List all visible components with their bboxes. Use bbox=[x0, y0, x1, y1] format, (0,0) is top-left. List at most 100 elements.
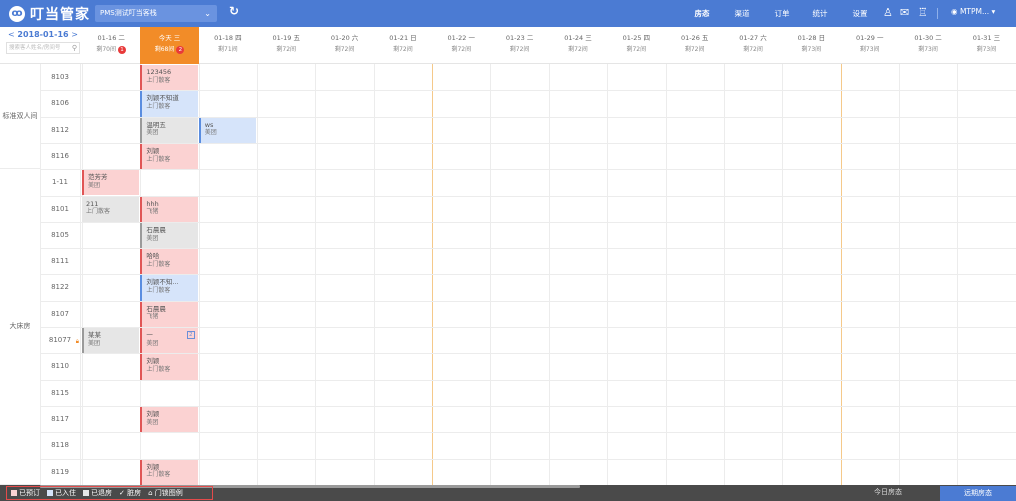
remaining-rooms: 剩73间 bbox=[976, 46, 997, 53]
legend-lock: ⌂ 门锁图例 bbox=[148, 489, 183, 497]
room-number[interactable]: 8101 bbox=[40, 196, 80, 222]
booking-block[interactable]: 刘颖不知... 上门散客 bbox=[140, 275, 198, 301]
booking-block[interactable]: 石晨晨 飞猪 bbox=[140, 301, 198, 327]
room-number-text: 8122 bbox=[51, 283, 69, 292]
nav-stats[interactable]: 统计 bbox=[808, 7, 832, 21]
booking-source: 飞猪 bbox=[146, 313, 159, 321]
room-number[interactable]: 81077 🔒︎ bbox=[40, 327, 80, 353]
date-column-header[interactable]: 01-29 一剩73间 bbox=[841, 27, 899, 64]
booking-block[interactable]: 某某 美团 bbox=[82, 328, 140, 354]
notification-badge[interactable]: 2 bbox=[176, 45, 185, 54]
booking-block[interactable]: hhh 飞猪 bbox=[140, 196, 198, 222]
date-column-header[interactable]: 01-26 五剩72间 bbox=[666, 27, 724, 64]
booking-block[interactable]: 一美团 2 bbox=[140, 328, 198, 354]
booking-block[interactable]: 范芳芳 美团 bbox=[82, 170, 140, 196]
guest-name: 石晨晨 bbox=[146, 225, 166, 234]
person-icon[interactable]: ♙ bbox=[883, 6, 893, 19]
notification-badge[interactable]: 1 bbox=[117, 45, 126, 54]
guest-count-badge: 2 bbox=[186, 331, 195, 339]
remaining-rooms: 剩73间 bbox=[918, 46, 938, 53]
room-number[interactable]: 8117 bbox=[40, 406, 80, 432]
next-date-button[interactable]: > bbox=[71, 30, 78, 39]
current-date[interactable]: 2018-01-16 bbox=[17, 30, 68, 39]
user-menu[interactable]: ◉ MTPM... ▾ bbox=[951, 7, 995, 16]
booking-block[interactable]: ws 美团 bbox=[198, 117, 257, 143]
date-column-header[interactable]: 01-30 二剩73间 bbox=[899, 27, 957, 64]
room-number-text: 8117 bbox=[51, 414, 69, 423]
booking-block[interactable]: 刘颖 上门散客 bbox=[140, 459, 198, 485]
date-column-header[interactable]: 01-28 日剩73间 bbox=[782, 27, 840, 64]
room-number[interactable]: 8118 bbox=[40, 432, 80, 458]
chevron-down-icon: ⌄ bbox=[204, 9, 211, 18]
guest-name: 刘颖 bbox=[146, 409, 160, 418]
room-number[interactable]: 8112 bbox=[40, 117, 80, 143]
room-number[interactable]: 8110 bbox=[40, 353, 80, 379]
room-number[interactable]: 8106 bbox=[40, 90, 80, 116]
date-label: 01-22 一 bbox=[447, 34, 475, 42]
booking-block[interactable]: 刘颖 上门散客 bbox=[140, 354, 198, 380]
nav-channel[interactable]: 渠道 bbox=[730, 7, 754, 21]
guest-name: hhh bbox=[146, 199, 159, 208]
legend-box: 已预订 已入住 已退房 ✓ 脏房 ⌂ 门锁图例 bbox=[6, 486, 213, 500]
room-number[interactable]: 8103 bbox=[40, 64, 80, 90]
booking-block[interactable]: 哈哈 上门散客 bbox=[140, 249, 198, 275]
booking-source: 美团 bbox=[88, 339, 101, 347]
date-label: 01-26 五 bbox=[680, 34, 709, 42]
logo[interactable]: ꝏ 叮当管家 bbox=[9, 4, 90, 23]
date-column-header[interactable]: 01-23 二剩72间 bbox=[490, 27, 548, 64]
date-column-header[interactable]: 01-31 三剩73间 bbox=[957, 27, 1015, 64]
date-column-header[interactable]: 01-16 二剩70间 1 bbox=[82, 27, 140, 64]
search-input[interactable]: 搜索客人姓名/房间号 ⚲ bbox=[6, 42, 80, 54]
booking-source: 上门散客 bbox=[146, 366, 171, 374]
date-label: 01-20 六 bbox=[330, 34, 359, 42]
booking-block[interactable]: 123456 上门散客 bbox=[140, 65, 198, 91]
nav-orders[interactable]: 订单 bbox=[770, 7, 794, 21]
booking-block[interactable]: 211 上门散客 bbox=[82, 196, 140, 222]
mail-icon[interactable]: ✉ bbox=[900, 6, 909, 19]
room-number[interactable]: 8105 bbox=[40, 222, 80, 248]
date-column-header[interactable]: 01-22 一剩72间 bbox=[432, 27, 490, 64]
guest-name: 哈哈 bbox=[146, 252, 160, 261]
legend-checked-in: 已入住 bbox=[47, 488, 76, 498]
room-number-text: 8110 bbox=[51, 362, 69, 371]
legend-booked: 已预订 bbox=[11, 488, 40, 498]
date-column-header[interactable]: 01-24 三剩72间 bbox=[549, 27, 607, 64]
date-column-header[interactable]: 01-20 六剩72间 bbox=[315, 27, 373, 64]
refresh-icon[interactable]: ↻ bbox=[229, 4, 239, 18]
room-number[interactable]: 8119 bbox=[40, 459, 80, 485]
booking-block[interactable]: 温明五 美团 bbox=[140, 117, 198, 143]
prev-date-button[interactable]: < bbox=[8, 30, 15, 39]
future-status-button[interactable]: 远期房态 bbox=[940, 486, 1016, 501]
booking-block[interactable]: 刘颖 上门散客 bbox=[140, 143, 198, 170]
date-column-header[interactable]: 01-21 日剩72间 bbox=[374, 27, 432, 64]
room-number[interactable]: 8115 bbox=[40, 380, 80, 406]
room-number[interactable]: 8122 bbox=[40, 274, 80, 300]
booking-source: 美团 bbox=[146, 129, 159, 137]
room-number[interactable]: 8116 bbox=[40, 143, 80, 169]
date-column-header[interactable]: 01-25 四剩72间 bbox=[607, 27, 665, 64]
store-select[interactable]: PMS测试叮当客栈 ⌄ bbox=[95, 5, 217, 22]
lock-icon: 🔒︎ bbox=[75, 338, 79, 345]
legend-bar: 已预订 已入住 已退房 ✓ 脏房 ⌂ 门锁图例 今日房态 远期房态 bbox=[0, 485, 1016, 501]
date-column-header[interactable]: 01-18 四剩71间 bbox=[199, 27, 257, 64]
room-number[interactable]: 8111 bbox=[40, 248, 80, 274]
booking-block[interactable]: 刘颖不知道 上门散客 bbox=[140, 91, 198, 117]
room-status-grid: 标准双人间 大床房 8103 8106 8112 8116 1-11 8101 8105 8111… bbox=[0, 64, 1016, 486]
booking-block[interactable]: 石晨晨 美团 bbox=[140, 222, 198, 249]
nav-room-status[interactable]: 房态 bbox=[690, 7, 714, 21]
date-column-header[interactable]: 今天 三剩68间 2 bbox=[140, 27, 199, 64]
date-column-header[interactable]: 01-19 五剩72间 bbox=[257, 27, 315, 64]
shirt-icon[interactable]: ♖ bbox=[918, 6, 928, 19]
today-status-button[interactable]: 今日房态 bbox=[874, 487, 902, 497]
grid-hline bbox=[40, 169, 1016, 171]
remaining-rooms: 剩72间 bbox=[276, 46, 297, 53]
room-number[interactable]: 8107 bbox=[40, 301, 80, 327]
search-icon[interactable]: ⚲ bbox=[72, 43, 77, 54]
date-column-header[interactable]: 01-27 六剩72间 bbox=[724, 27, 782, 64]
booking-source: 美团 bbox=[146, 339, 159, 347]
booking-source: 上门散客 bbox=[146, 260, 171, 268]
broom-icon: ✓ bbox=[119, 489, 125, 497]
booking-block[interactable]: 刘颖 美团 bbox=[140, 406, 198, 433]
room-number[interactable]: 1-11 bbox=[40, 169, 80, 195]
nav-settings[interactable]: 设置 bbox=[848, 7, 872, 21]
